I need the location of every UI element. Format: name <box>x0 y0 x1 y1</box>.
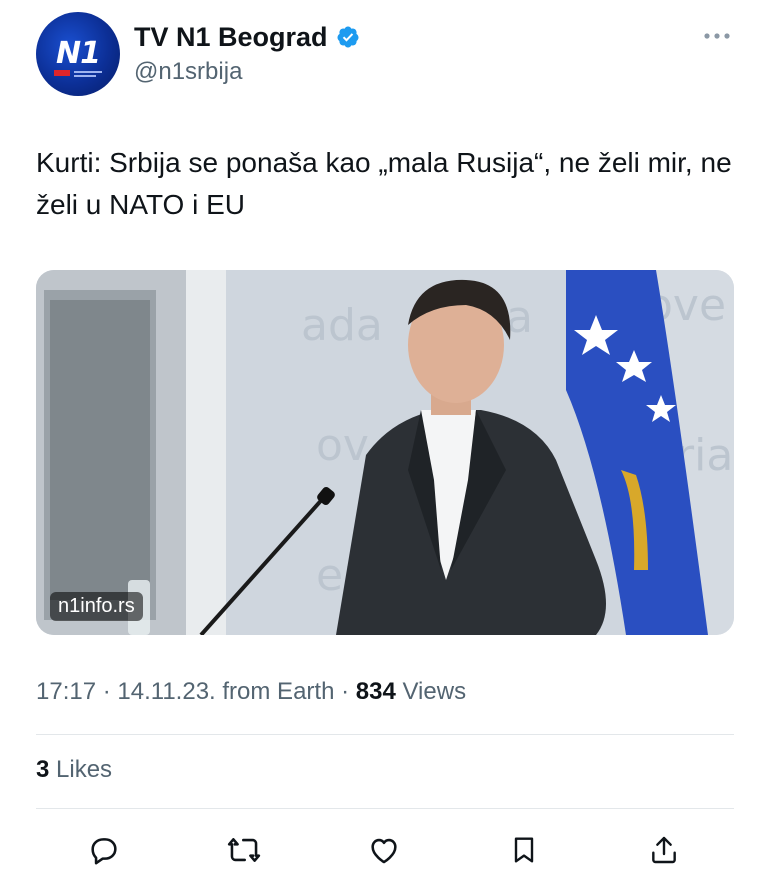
bookmark-icon <box>514 837 534 863</box>
views-count: 834 <box>355 678 396 705</box>
likes-summary[interactable]: 3 Likes <box>36 756 112 784</box>
avatar-logo: N1 <box>56 36 101 71</box>
svg-text:ov: ov <box>316 420 369 471</box>
retweet-icon <box>227 838 261 862</box>
action-bar <box>36 830 734 870</box>
author-handle[interactable]: @n1srbija <box>134 58 242 86</box>
avatar[interactable]: N1 <box>36 12 120 96</box>
divider <box>36 808 734 809</box>
retweet-button[interactable] <box>224 830 264 870</box>
reply-button[interactable] <box>84 830 124 870</box>
tweet-media-image[interactable]: ada a ove ov ria enta n1info.rs <box>36 270 734 635</box>
views-label: Views <box>402 678 467 705</box>
bookmark-button[interactable] <box>504 830 544 870</box>
tweet-source: from Earth <box>222 678 335 705</box>
tweet-time[interactable]: 17:17 <box>36 678 96 705</box>
tweet-date[interactable]: 14.11.23. <box>117 678 215 705</box>
share-icon <box>652 836 676 864</box>
divider <box>36 734 734 735</box>
like-icon <box>371 838 397 864</box>
author-name-row: TV N1 Beograd <box>134 20 360 54</box>
likes-count: 3 <box>36 756 50 783</box>
share-button[interactable] <box>644 830 684 870</box>
avatar-logo-red-tag <box>54 70 70 76</box>
author-display-name[interactable]: TV N1 Beograd <box>134 22 328 53</box>
meta-separator: · <box>102 678 111 705</box>
tweet-meta: 17:17 · 14.11.23. from Earth · 834 Views <box>36 678 466 706</box>
reply-icon <box>91 838 117 865</box>
media-watermark: n1info.rs <box>50 592 143 621</box>
verified-badge-icon <box>337 26 359 48</box>
likes-label: Likes <box>56 756 113 783</box>
like-button[interactable] <box>364 830 404 870</box>
avatar-logo-line <box>74 71 102 73</box>
tweet-text: Kurti: Srbija se ponaša kao „mala Rusija… <box>36 147 732 220</box>
more-options-icon[interactable] <box>702 28 732 44</box>
media-photo: ada a ove ov ria enta <box>36 270 734 635</box>
svg-text:ada: ada <box>301 300 383 351</box>
avatar-logo-line <box>74 75 96 77</box>
meta-separator: · <box>341 678 350 705</box>
